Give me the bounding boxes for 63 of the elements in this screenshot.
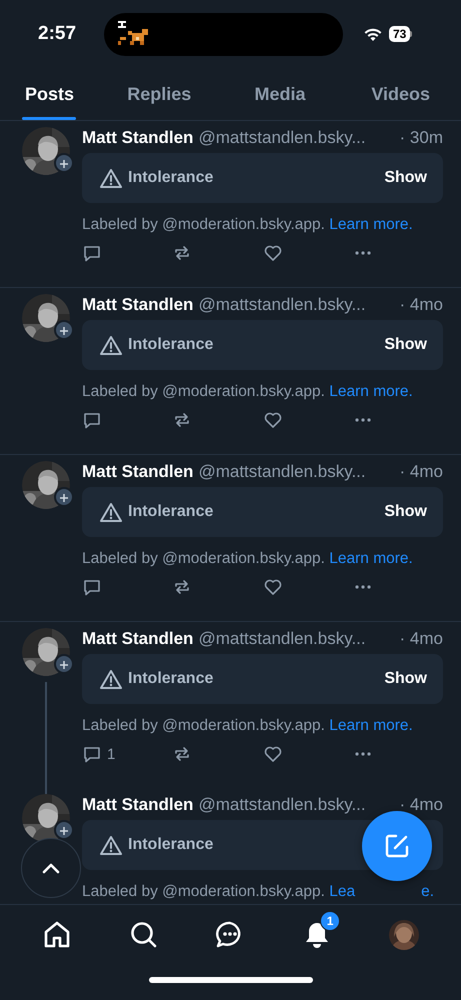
learn-more-link[interactable]: e. xyxy=(421,883,434,900)
labeled-by-text: Labeled by @moderation.bsky.app. Lea e. xyxy=(82,883,436,901)
labeled-by-text: Labeled by @moderation.bsky.app. Learn more. xyxy=(82,383,414,401)
profile-tab[interactable]: Media xyxy=(220,68,340,120)
author-handle: @mattstandlen.bsky... xyxy=(198,127,366,149)
warning-label: Intolerance xyxy=(128,503,214,521)
labeled-by-text: Labeled by @moderation.bsky.app. Learn more. xyxy=(82,550,414,568)
like-icon[interactable] xyxy=(262,744,282,764)
like-icon[interactable] xyxy=(262,577,282,597)
author-handle: @mattstandlen.bsky... xyxy=(198,794,366,816)
follow-badge[interactable] xyxy=(54,153,74,173)
author-name[interactable]: Matt Standlen xyxy=(82,628,194,650)
learn-more-link[interactable]: Learn more. xyxy=(329,550,413,567)
author-handle: @mattstandlen.bsky... xyxy=(198,461,366,483)
follow-badge[interactable] xyxy=(54,654,74,674)
follow-badge[interactable] xyxy=(54,487,74,507)
post-time: · 4mo xyxy=(400,628,443,650)
post-time: · 30m xyxy=(400,127,443,149)
author-handle: @mattstandlen.bsky... xyxy=(198,628,366,650)
clock-time: 2:57 xyxy=(38,23,78,45)
show-button[interactable]: Show xyxy=(384,336,427,354)
like-icon[interactable] xyxy=(262,243,282,263)
profile-tab[interactable]: Videos xyxy=(340,68,461,120)
reply-count: 1 xyxy=(107,746,116,762)
warning-icon xyxy=(100,502,122,522)
learn-more-link[interactable]: Learn more. xyxy=(329,383,413,400)
show-button[interactable]: Show xyxy=(384,503,427,521)
post-time: · 4mo xyxy=(400,294,443,316)
follow-badge[interactable] xyxy=(54,320,74,340)
battery-indicator: 73 xyxy=(389,26,412,42)
profile-tab[interactable] xyxy=(388,919,420,951)
profile-tab[interactable]: Posts xyxy=(0,68,99,120)
post-time: · 4mo xyxy=(400,461,443,483)
post-time: · 4mo xyxy=(400,794,443,816)
like-icon[interactable] xyxy=(262,410,282,430)
author-name[interactable]: Matt Standlen xyxy=(82,794,194,816)
author-name[interactable]: Matt Standlen xyxy=(82,461,194,483)
show-button[interactable]: Show xyxy=(384,670,427,688)
warning-label: Intolerance xyxy=(128,836,214,854)
labeled-by-text: Labeled by @moderation.bsky.app. Learn more. xyxy=(82,216,414,234)
profile-tab[interactable]: Replies xyxy=(98,68,220,120)
reply-icon[interactable] xyxy=(82,577,102,597)
warning-icon xyxy=(100,168,122,188)
learn-more-link[interactable]: Lea xyxy=(329,883,356,900)
reply-icon[interactable] xyxy=(82,744,102,764)
pixel-cat-icon xyxy=(116,20,150,48)
reply-icon[interactable] xyxy=(82,243,102,263)
show-button[interactable]: Show xyxy=(384,169,427,187)
author-name[interactable]: Matt Standlen xyxy=(82,294,194,316)
wifi-icon xyxy=(363,26,383,42)
notification-badge: 1 xyxy=(320,911,340,931)
warning-label: Intolerance xyxy=(128,336,214,354)
warning-label: Intolerance xyxy=(128,169,214,187)
learn-more-link[interactable]: Learn more. xyxy=(329,717,413,734)
author-handle: @mattstandlen.bsky... xyxy=(198,294,366,316)
warning-icon xyxy=(100,335,122,355)
labeled-by-text: Labeled by @moderation.bsky.app. Learn more. xyxy=(82,717,414,735)
author-name[interactable]: Matt Standlen xyxy=(82,127,194,149)
warning-label: Intolerance xyxy=(128,670,214,688)
reply-icon[interactable] xyxy=(82,410,102,430)
follow-badge[interactable] xyxy=(54,820,74,840)
warning-icon xyxy=(100,669,122,689)
learn-more-link[interactable]: Learn more. xyxy=(329,216,413,233)
